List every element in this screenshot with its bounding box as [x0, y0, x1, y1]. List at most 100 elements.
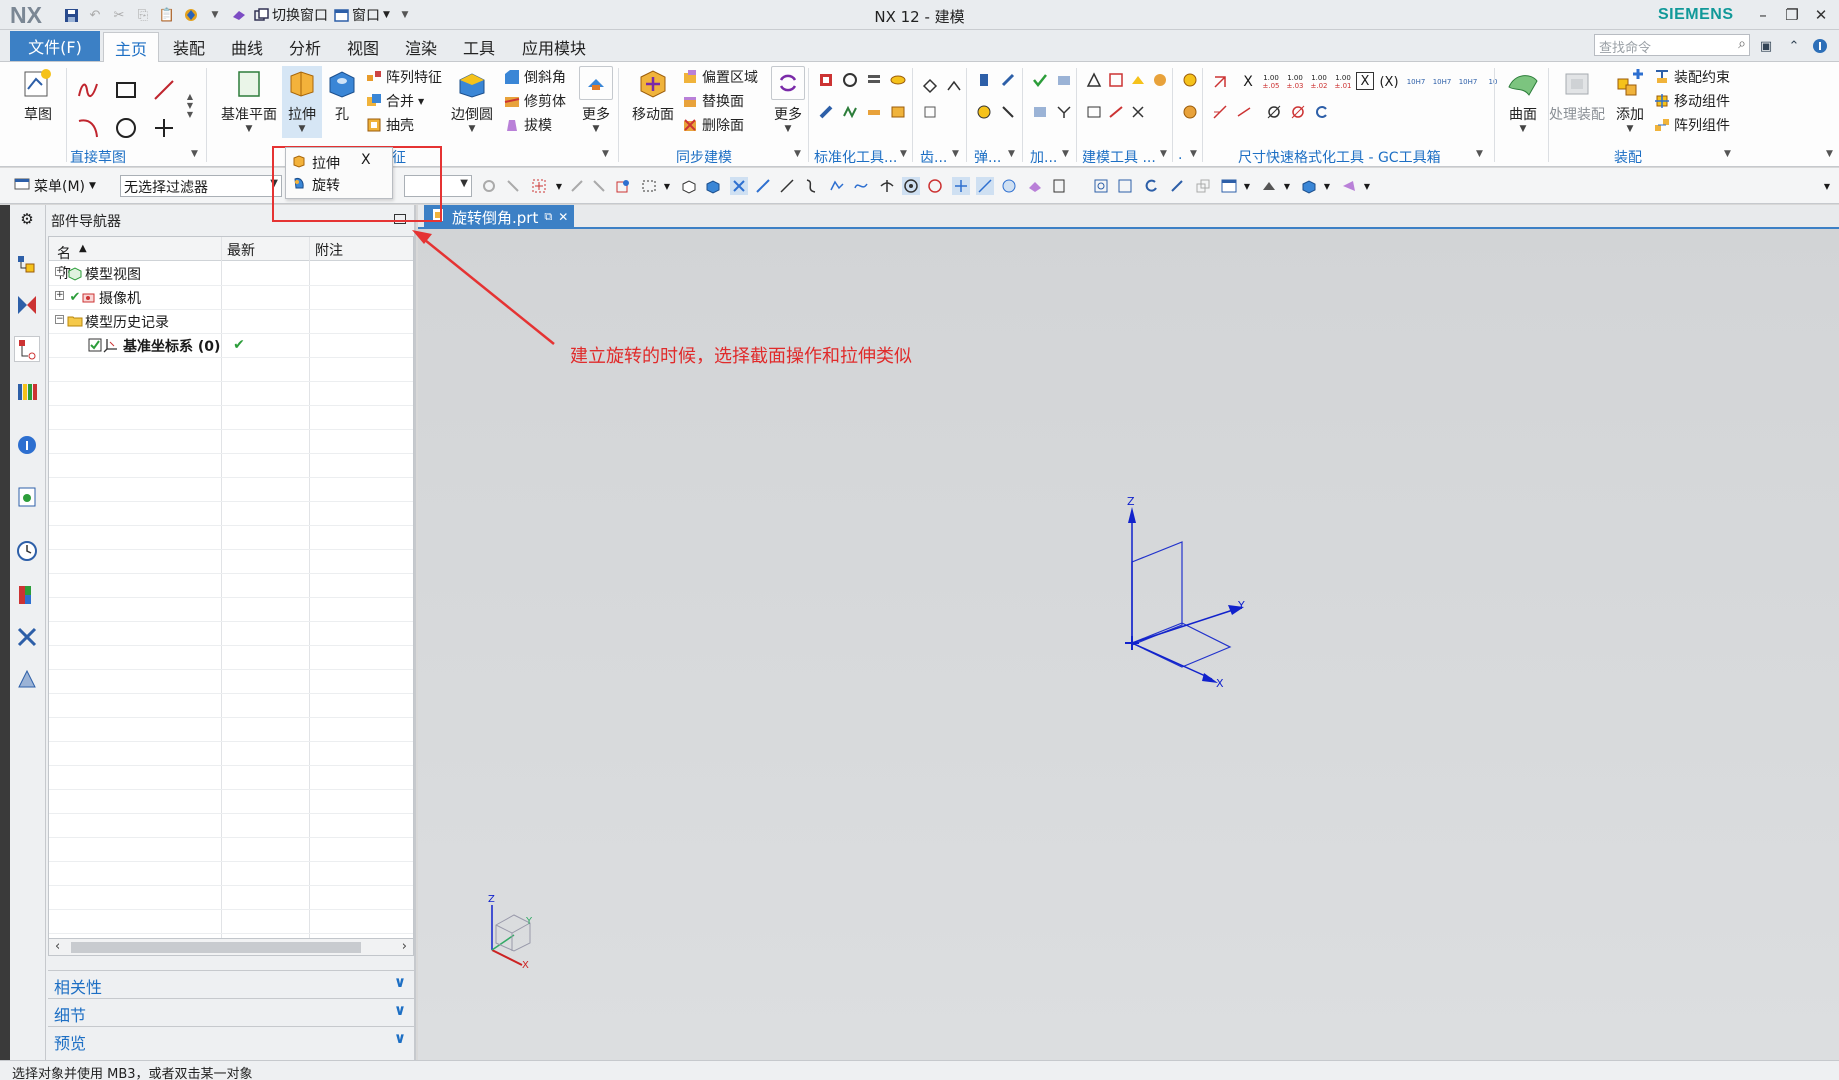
- move-face-button[interactable]: 移动面: [626, 66, 680, 124]
- panel-details[interactable]: 细节 ∨: [48, 998, 414, 1025]
- menu-item-extrude[interactable]: 拉伸: [292, 152, 340, 174]
- tab-analysis[interactable]: 分析: [279, 32, 331, 62]
- snap-bounded-icon[interactable]: [1026, 177, 1044, 195]
- sync-more-button[interactable]: 更多 ▼: [768, 66, 808, 134]
- assembly-navigator-icon[interactable]: [14, 252, 40, 278]
- expand-icon[interactable]: +: [55, 291, 64, 300]
- dim-fit-button-3[interactable]: 10H7: [1456, 72, 1480, 92]
- diameter-icon[interactable]: [1264, 102, 1284, 122]
- model-tool-3-icon[interactable]: [1150, 70, 1170, 90]
- pattern-feature-button[interactable]: 阵列特征: [366, 66, 442, 88]
- save-icon[interactable]: [62, 6, 80, 24]
- add-block-icon[interactable]: [1030, 102, 1050, 122]
- roles-icon[interactable]: [14, 624, 40, 650]
- snap-center-icon[interactable]: [902, 177, 920, 195]
- file-menu-tab[interactable]: 文件(F): [10, 31, 100, 61]
- window-layout-icon[interactable]: ▣: [1756, 36, 1776, 56]
- help-icon[interactable]: [1810, 36, 1830, 56]
- triangle-icon[interactable]: [1084, 70, 1104, 90]
- std-part-icon[interactable]: [816, 70, 836, 90]
- dim-arrow-icon[interactable]: [1234, 102, 1254, 122]
- extrude-button[interactable]: 拉伸 ▼: [282, 66, 322, 138]
- horizontal-scrollbar[interactable]: ‹ ›: [48, 938, 414, 956]
- chevron-down-icon[interactable]: ▼: [1476, 149, 1483, 159]
- dim-tolerance-button-1[interactable]: 1.00 ±.05: [1260, 72, 1282, 92]
- model-tool-4-icon[interactable]: [1084, 102, 1104, 122]
- combine-button[interactable]: 合并 ▼: [366, 90, 424, 112]
- offset-region-button[interactable]: 偏置区域: [682, 66, 758, 88]
- assembly-constraint-button[interactable]: 装配约束: [1654, 66, 1730, 88]
- type-filter-select[interactable]: 无选择过滤器 ▼: [120, 175, 282, 197]
- tab-home[interactable]: 主页: [103, 32, 159, 62]
- chevron-down-icon[interactable]: ▼: [952, 149, 959, 159]
- select-body-icon[interactable]: [614, 177, 632, 195]
- tab-render[interactable]: 渲染: [395, 32, 447, 62]
- snap-intersection-icon[interactable]: [878, 177, 896, 195]
- rectangle-icon[interactable]: [112, 76, 140, 104]
- chevron-down-icon[interactable]: ▼: [1190, 149, 1197, 159]
- add-tree-icon[interactable]: [1054, 102, 1074, 122]
- point-icon[interactable]: [150, 114, 178, 142]
- chevron-down-icon[interactable]: ▼: [658, 177, 676, 195]
- rotate-view-icon[interactable]: [1142, 177, 1160, 195]
- menu-item-revolve[interactable]: 旋转: [292, 174, 340, 196]
- std-spring-icon[interactable]: [840, 102, 860, 122]
- tree-row-model-views[interactable]: + 模型视图: [49, 261, 413, 285]
- toolbar-options-icon[interactable]: ▼: [1818, 177, 1836, 195]
- edge-blend-button[interactable]: 边倒圆 ▼: [446, 66, 498, 134]
- tab-curve[interactable]: 曲线: [221, 32, 273, 62]
- panel-preview[interactable]: 预览 ∨: [48, 1026, 414, 1053]
- snap-existing-point-icon[interactable]: [952, 177, 970, 195]
- std-lib-icon[interactable]: [888, 102, 908, 122]
- float-window-icon[interactable]: ⧉: [544, 210, 552, 224]
- minimize-button[interactable]: –: [1750, 4, 1776, 26]
- command-search-input[interactable]: 查找命令 ⌕: [1594, 34, 1750, 56]
- search-icon[interactable]: ⌕: [1738, 36, 1746, 52]
- chevron-down-icon[interactable]: ▼: [550, 177, 568, 195]
- dim-reference-button[interactable]: (X): [1378, 72, 1400, 92]
- spring-disc-icon[interactable]: [974, 102, 994, 122]
- cut-icon[interactable]: ✂: [110, 6, 128, 24]
- tab-view[interactable]: 视图: [337, 32, 389, 62]
- gear-tool-icon[interactable]: [920, 76, 940, 96]
- main-menu-button[interactable]: 菜单(M) ▼: [14, 176, 96, 196]
- scroll-left-icon[interactable]: ‹: [55, 939, 60, 954]
- process-studio-icon[interactable]: [14, 582, 40, 608]
- layer-icon[interactable]: [1340, 177, 1358, 195]
- delete-face-button[interactable]: 删除面: [682, 114, 744, 136]
- restore-button[interactable]: ❐: [1779, 4, 1805, 26]
- shell-button[interactable]: 抽壳: [366, 114, 414, 136]
- dim-tolerance-button-3[interactable]: 1.00 ±.02: [1308, 72, 1330, 92]
- std-stack-icon[interactable]: [864, 70, 884, 90]
- spring-pen-icon[interactable]: [998, 70, 1018, 90]
- dim-slope-icon[interactable]: [1210, 102, 1230, 122]
- undo-icon[interactable]: ↶: [86, 6, 104, 24]
- background-icon[interactable]: [1260, 177, 1278, 195]
- studio-spline-icon[interactable]: [74, 76, 102, 104]
- zoom-icon[interactable]: [1116, 177, 1134, 195]
- gc-gear-2-icon[interactable]: [1180, 102, 1200, 122]
- resource-bar-settings-icon[interactable]: ⚙: [14, 206, 40, 232]
- snap-on-curve-icon[interactable]: [976, 177, 994, 195]
- snap-point-icon[interactable]: [568, 177, 586, 195]
- chevron-down-icon[interactable]: ▼: [1278, 177, 1296, 195]
- std-gear-icon[interactable]: [840, 70, 860, 90]
- tree-row-model-history[interactable]: − 模型历史记录: [49, 309, 413, 333]
- orient-view-icon[interactable]: [1194, 177, 1212, 195]
- close-tab-icon[interactable]: ✕: [558, 210, 568, 224]
- diameter-2-icon[interactable]: [1288, 102, 1308, 122]
- chevron-down-icon[interactable]: ▼: [1160, 149, 1167, 159]
- chevron-down-icon[interactable]: ▼: [1238, 177, 1256, 195]
- select-rectangle-icon[interactable]: [640, 177, 658, 195]
- repeat-command-icon[interactable]: [230, 6, 248, 24]
- spring-cylinder-icon[interactable]: [974, 70, 994, 90]
- collapse-icon[interactable]: −: [55, 315, 64, 324]
- std-bolt-icon[interactable]: [816, 102, 836, 122]
- model-tool-icon[interactable]: [1106, 70, 1126, 90]
- view-shaded-icon[interactable]: [704, 177, 722, 195]
- replace-face-button[interactable]: 替换面: [682, 90, 744, 112]
- wcs-icon[interactable]: [1300, 177, 1318, 195]
- clock-icon[interactable]: [14, 538, 40, 564]
- draft-button[interactable]: 拔模: [504, 114, 552, 136]
- model-tool-5-icon[interactable]: [1106, 102, 1126, 122]
